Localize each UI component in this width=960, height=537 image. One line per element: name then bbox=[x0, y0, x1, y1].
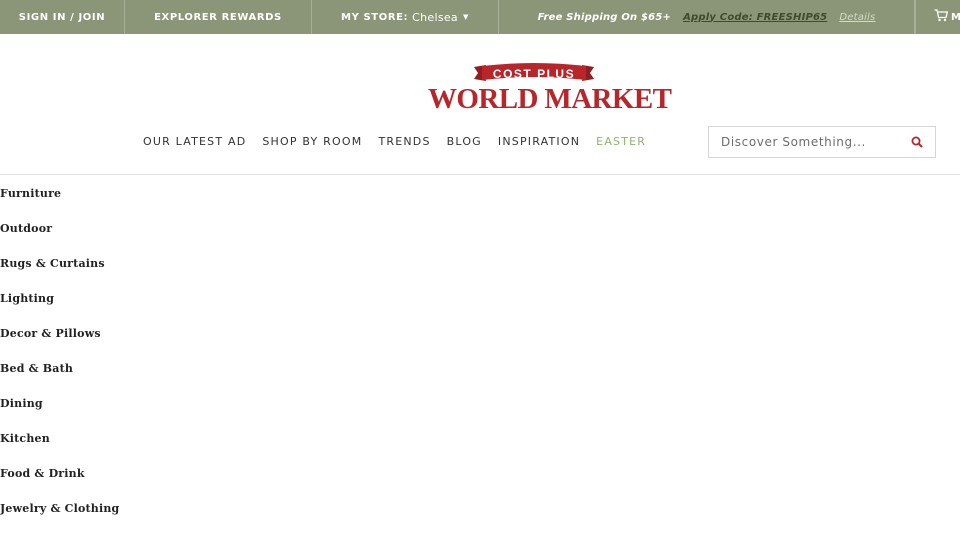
promo-text: Free Shipping On $65+ bbox=[537, 11, 672, 23]
logo-banner-text: COST PLUS bbox=[492, 67, 576, 81]
sign-in-link[interactable]: SIGN IN / JOIN bbox=[0, 0, 125, 34]
nav-inspiration[interactable]: INSPIRATION bbox=[498, 135, 580, 148]
cart-label: M bbox=[951, 12, 960, 23]
category-lighting[interactable]: Lighting bbox=[0, 280, 300, 315]
nav-trends[interactable]: TRENDS bbox=[378, 135, 430, 148]
site-header: COST PLUS WORLD MARKET OUR LATEST AD SHO… bbox=[0, 34, 960, 175]
nav-shop-by-room[interactable]: SHOP BY ROOM bbox=[262, 135, 362, 148]
category-food-drink[interactable]: Food & Drink bbox=[0, 455, 300, 490]
promo-code-link[interactable]: Apply Code: FREESHIP65 bbox=[683, 12, 827, 23]
category-jewelry-clothing[interactable]: Jewelry & Clothing bbox=[0, 490, 300, 525]
nav-latest-ad[interactable]: OUR LATEST AD bbox=[143, 135, 246, 148]
logo[interactable]: COST PLUS WORLD MARKET bbox=[428, 61, 672, 119]
main-nav: OUR LATEST AD SHOP BY ROOM TRENDS BLOG I… bbox=[143, 135, 646, 148]
store-name: Chelsea bbox=[412, 10, 458, 24]
search-box bbox=[708, 126, 936, 158]
promo-banner: Free Shipping On $65+ Apply Code: FREESH… bbox=[499, 0, 915, 34]
explorer-rewards-label: EXPLORER REWARDS bbox=[154, 11, 282, 23]
store-selector[interactable]: MY STORE: Chelsea ▼ bbox=[312, 0, 499, 34]
category-decor-pillows[interactable]: Decor & Pillows bbox=[0, 315, 300, 350]
caret-down-icon: ▼ bbox=[462, 13, 469, 21]
category-outdoor[interactable]: Outdoor bbox=[0, 210, 300, 245]
category-list: Furniture Outdoor Rugs & Curtains Lighti… bbox=[0, 175, 300, 525]
promo-details-link[interactable]: Details bbox=[839, 12, 875, 23]
logo-wordmark: WORLD MARKET bbox=[428, 83, 672, 115]
sign-in-label: SIGN IN / JOIN bbox=[18, 11, 106, 23]
nav-blog[interactable]: BLOG bbox=[447, 135, 482, 148]
category-furniture[interactable]: Furniture bbox=[0, 175, 300, 210]
category-rugs-curtains[interactable]: Rugs & Curtains bbox=[0, 245, 300, 280]
nav-easter[interactable]: EASTER bbox=[596, 135, 646, 148]
category-bed-bath[interactable]: Bed & Bath bbox=[0, 350, 300, 385]
search-button[interactable] bbox=[899, 127, 935, 157]
category-kitchen[interactable]: Kitchen bbox=[0, 420, 300, 455]
search-icon bbox=[911, 133, 923, 152]
cart-icon bbox=[934, 9, 949, 25]
explorer-rewards-link[interactable]: EXPLORER REWARDS bbox=[125, 0, 312, 34]
store-label: MY STORE: bbox=[341, 11, 409, 23]
cart-button[interactable]: M bbox=[915, 0, 960, 34]
utility-bar: SIGN IN / JOIN EXPLORER REWARDS MY STORE… bbox=[0, 0, 960, 34]
search-input[interactable] bbox=[709, 128, 899, 156]
category-dining[interactable]: Dining bbox=[0, 385, 300, 420]
